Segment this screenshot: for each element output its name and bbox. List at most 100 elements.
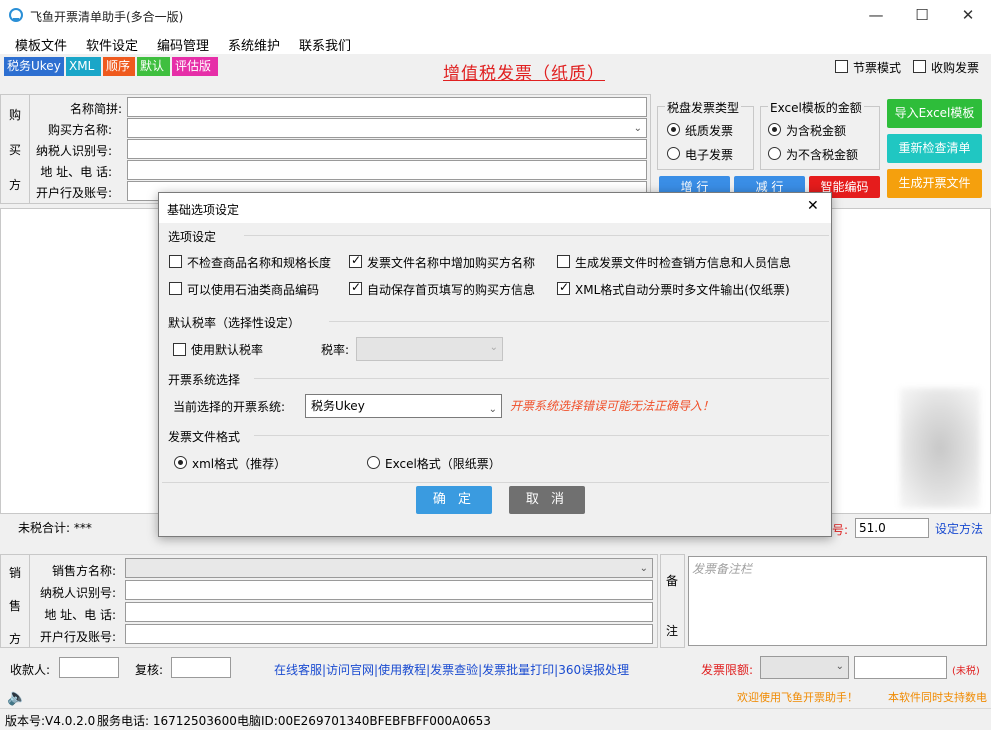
buyer-short-name-input[interactable] — [127, 97, 647, 117]
xml-format-label: xml格式（推荐） — [192, 457, 287, 471]
review-label: 复核: — [135, 663, 164, 677]
dialog-cancel-button[interactable]: 取 消 — [509, 486, 585, 514]
recheck-list-button[interactable]: 重新检查清单 — [887, 134, 982, 163]
menu-template-file[interactable]: 模板文件 — [15, 35, 67, 54]
buyer-label: 地 址、电 话: — [40, 165, 112, 179]
app-logo-icon — [9, 8, 23, 22]
tax-excluded-label: 为不含税金额 — [786, 148, 859, 162]
invoice-limit-select[interactable]: ⌄ — [760, 656, 849, 679]
dialog-title-bar: 基础选项设定 ✕ — [159, 193, 831, 223]
disk-type-title: 税盘发票类型 — [665, 99, 742, 116]
payee-input[interactable] — [59, 657, 119, 678]
seller-taxid-input[interactable] — [125, 580, 653, 600]
minimize-button[interactable]: — — [853, 0, 899, 31]
untaxed-total: 未税合计: *** — [18, 521, 92, 535]
chevron-down-icon: ⌄ — [639, 563, 648, 574]
maximize-button[interactable]: ☐ — [899, 0, 945, 31]
buyer-taxid-input[interactable] — [127, 139, 647, 159]
number-label: 号: — [832, 523, 849, 537]
badge-default: 默认 — [137, 57, 170, 76]
paper-invoice-label: 纸质发票 — [685, 124, 734, 138]
electronic-invoice-radio[interactable] — [667, 147, 680, 160]
seller-label: 纳税人识别号: — [39, 586, 116, 600]
buyer-label: 纳税人识别号: — [35, 144, 112, 158]
window-title: 飞鱼开票清单助手(多合一版) — [30, 10, 184, 24]
electronic-invoice-label: 电子发票 — [685, 148, 734, 162]
title-bar: 飞鱼开票清单助手(多合一版) — ☐ ✕ — [0, 0, 991, 31]
buyer-side-char: 买 — [9, 143, 22, 157]
remark-side-char: 注 — [666, 624, 679, 638]
buyer-side-char: 方 — [9, 178, 22, 192]
invoice-type-title[interactable]: 增值税发票（纸质） — [443, 59, 605, 84]
phone-text: 服务电话: 16712503600 — [97, 714, 237, 728]
festival-mode-checkbox[interactable] — [835, 60, 848, 73]
menu-software-settings[interactable]: 软件设定 — [86, 35, 138, 54]
tax-rate-select[interactable]: ⌄ — [356, 337, 503, 361]
section-divider — [254, 378, 829, 379]
set-method-link[interactable]: 设定方法 — [935, 520, 983, 537]
version-text: 版本号:V4.0.2.0 — [5, 714, 96, 728]
buyer-side-char: 购 — [9, 108, 22, 122]
invoice-system-value: 税务Ukey — [311, 399, 365, 413]
invoice-system-select[interactable]: 税务Ukey ⌄ — [305, 394, 502, 418]
review-input[interactable] — [171, 657, 231, 678]
tax-excluded-radio[interactable] — [768, 147, 781, 160]
purchase-invoice-label: 收购发票 — [931, 61, 980, 75]
seller-address-input[interactable] — [125, 602, 653, 622]
petroleum-code-checkbox[interactable] — [169, 282, 182, 295]
buyer-label: 购买方名称: — [47, 123, 112, 137]
xml-multi-file-checkbox[interactable] — [557, 280, 570, 295]
check-seller-info-checkbox[interactable] — [557, 255, 570, 268]
paper-invoice-radio[interactable] — [667, 123, 680, 136]
seller-side-char: 销 — [9, 566, 22, 580]
use-default-rate-checkbox[interactable] — [173, 343, 186, 356]
seller-name-select[interactable]: ⌄ — [125, 558, 653, 578]
blurred-qr-image — [900, 388, 980, 508]
skip-length-check-checkbox[interactable] — [169, 255, 182, 268]
badge-trial: 评估版 — [172, 57, 218, 76]
buyer-address-input[interactable] — [127, 160, 647, 180]
use-default-rate-label: 使用默认税率 — [191, 343, 264, 357]
autosave-buyer-checkbox[interactable] — [349, 280, 362, 295]
section-divider — [244, 235, 829, 236]
option-label: 不检查商品名称和规格长度 — [187, 256, 332, 270]
app-window: 飞鱼开票清单助手(多合一版) — ☐ ✕ 模板文件 软件设定 编码管理 系统维护… — [0, 0, 991, 730]
menu-bar: 模板文件 软件设定 编码管理 系统维护 联系我们 — [0, 31, 991, 54]
dialog-title: 基础选项设定 — [167, 203, 240, 217]
tax-section-title: 默认税率（选择性设定） — [168, 316, 301, 330]
option-label: 发票文件名称中增加购买方名称 — [367, 256, 536, 270]
excel-format-radio[interactable] — [367, 456, 380, 469]
basic-options-dialog: 基础选项设定 ✕ 选项设定 不检查商品名称和规格长度 发票文件名称中增加购买方名… — [158, 192, 832, 537]
speaker-icon[interactable]: 🔈 — [7, 687, 27, 706]
xml-format-radio[interactable] — [174, 456, 187, 469]
tax-included-radio[interactable] — [768, 123, 781, 136]
section-divider — [329, 321, 829, 322]
buyer-label: 名称简拼: — [69, 102, 122, 116]
invoice-limit-label: 发票限额: — [701, 663, 754, 677]
dialog-ok-button[interactable]: 确 定 — [416, 486, 492, 514]
tax-included-label: 为含税金额 — [786, 124, 847, 138]
welcome-text: 欢迎使用飞鱼开票助手！ — [737, 691, 858, 704]
buyer-name-select[interactable]: ⌄ — [127, 118, 647, 138]
menu-system-maintenance[interactable]: 系统维护 — [228, 35, 280, 54]
remark-textarea[interactable]: 发票备注栏 — [688, 556, 987, 646]
seller-bank-input[interactable] — [125, 624, 653, 644]
purchase-invoice-checkbox[interactable] — [913, 60, 926, 73]
chevron-down-icon: ⌄ — [489, 342, 498, 353]
generate-file-button[interactable]: 生成开票文件 — [887, 169, 982, 198]
dialog-close-button[interactable]: ✕ — [807, 198, 819, 214]
format-section-title: 发票文件格式 — [168, 430, 241, 444]
help-links[interactable]: 在线客服|访问官网|使用教程|发票查验|发票批量打印|360误报处理 — [274, 661, 629, 678]
section-divider — [254, 435, 829, 436]
import-excel-button[interactable]: 导入Excel模板 — [887, 99, 982, 128]
remark-side-char: 备 — [666, 574, 679, 588]
close-window-button[interactable]: ✕ — [945, 0, 991, 31]
option-label: 可以使用石油类商品编码 — [187, 283, 320, 297]
menu-code-management[interactable]: 编码管理 — [157, 35, 209, 54]
add-buyer-name-checkbox[interactable] — [349, 253, 362, 268]
support-text: 本软件同时支持数电 — [888, 691, 987, 704]
number-input[interactable]: 51.0 — [855, 518, 929, 538]
invoice-limit-input[interactable] — [854, 656, 947, 679]
festival-mode-label: 节票模式 — [853, 61, 902, 75]
menu-contact-us[interactable]: 联系我们 — [299, 35, 351, 54]
